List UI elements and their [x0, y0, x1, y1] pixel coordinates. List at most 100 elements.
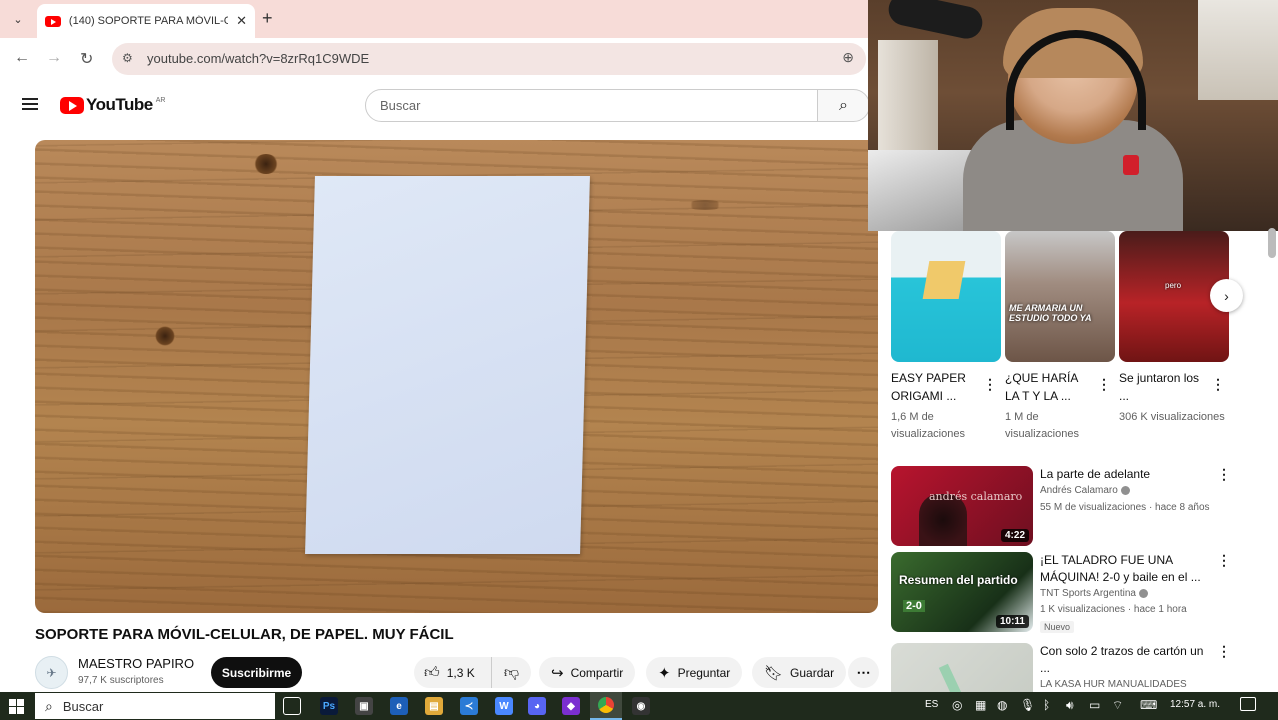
- app-window-icon[interactable]: ▣: [355, 697, 373, 715]
- recommendation-title[interactable]: La parte de adelante: [1040, 466, 1215, 483]
- keyboard-tray-icon[interactable]: ⌨: [1140, 698, 1157, 712]
- taskbar-clock[interactable]: 12:57 a. m.: [1170, 699, 1220, 710]
- forward-arrow-icon[interactable]: →: [46, 49, 62, 67]
- kebab-menu-icon[interactable]: ⋮: [1097, 376, 1111, 393]
- paper-stand-shape: [922, 261, 966, 299]
- new-badge: Nuevo: [1040, 621, 1075, 633]
- search-button[interactable]: ⌕: [817, 89, 870, 122]
- thumbnail-text: andrés calamaro: [929, 490, 1023, 503]
- short-title[interactable]: EASY PAPER ORIGAMI ...: [891, 369, 981, 405]
- taskbar-chrome-active[interactable]: [590, 692, 622, 720]
- wood-knot: [685, 200, 725, 210]
- recommendation-channel[interactable]: TNT Sports Argentina: [1040, 588, 1148, 599]
- browser-tab[interactable]: (140) SOPORTE PARA MÓVIL-CE ✕: [37, 4, 255, 38]
- back-arrow-icon[interactable]: ←: [14, 49, 30, 67]
- paper-sheet: [305, 176, 590, 554]
- search-input[interactable]: Buscar: [365, 89, 818, 122]
- like-button[interactable]: 👍︎ 1,3 K: [414, 657, 492, 688]
- youtube-logo[interactable]: YouTube AR: [60, 95, 165, 115]
- share-button[interactable]: ↪ Compartir: [539, 657, 636, 688]
- recommendation-item[interactable]: Resumen del partido 2-0 10:11 ¡EL TALADR…: [891, 552, 1241, 633]
- menu-hamburger-icon[interactable]: [22, 98, 38, 110]
- app-icon[interactable]: ◆: [562, 697, 580, 715]
- zoom-icon[interactable]: ⊕: [842, 49, 854, 66]
- more-actions-icon[interactable]: ⋯: [848, 657, 879, 688]
- ask-label: Preguntar: [677, 665, 731, 680]
- taskbar-search-input[interactable]: ⌕ Buscar: [35, 693, 275, 719]
- microphone-tray-icon[interactable]: 🎙︎: [1020, 698, 1035, 712]
- short-item[interactable]: pero Se juntaron los ... 306 K visualiza…: [1119, 231, 1229, 426]
- address-url[interactable]: youtube.com/watch?v=8zrRq1C9WDE: [147, 51, 369, 66]
- channel-name[interactable]: MAESTRO PAPIRO: [78, 656, 194, 671]
- network-tray-icon[interactable]: ▭: [1089, 698, 1100, 712]
- shorts-next-chevron-icon[interactable]: ›: [1210, 279, 1243, 312]
- short-views: 1,6 M de visualizaciones: [891, 411, 965, 440]
- sidebar-scrollbar[interactable]: [1268, 228, 1276, 258]
- subscribe-button[interactable]: Suscribirme: [211, 657, 302, 688]
- short-thumbnail-caption: pero: [1165, 281, 1182, 290]
- recommendation-item[interactable]: andrés calamaro 4:22 La parte de adelant…: [891, 466, 1241, 546]
- kebab-menu-icon[interactable]: ⋮: [1211, 376, 1225, 393]
- volume-tray-icon[interactable]: 🔊︎: [1066, 698, 1074, 713]
- keyboard-language[interactable]: ES: [925, 699, 938, 710]
- sparkle-icon: ✦: [658, 664, 671, 682]
- kebab-menu-icon[interactable]: ⋮: [983, 376, 997, 393]
- short-item[interactable]: EASY PAPER ORIGAMI ... 1,6 M de visualiz…: [891, 231, 1001, 443]
- windows-start-icon[interactable]: [9, 699, 24, 714]
- kebab-menu-icon[interactable]: ⋮: [1217, 552, 1231, 569]
- like-dislike-group: 👍︎ 1,3 K 👎︎: [414, 657, 531, 688]
- reload-icon[interactable]: ↻: [80, 49, 93, 69]
- address-bar[interactable]: ⚙ youtube.com/watch?v=8zrRq1C9WDE ⊕: [112, 43, 866, 75]
- obs-icon[interactable]: ◉: [632, 697, 650, 715]
- word-icon[interactable]: W: [495, 697, 513, 715]
- recommendation-thumbnail[interactable]: andrés calamaro 4:22: [891, 466, 1033, 546]
- short-thumbnail[interactable]: [891, 231, 1001, 362]
- notification-center-icon[interactable]: [1240, 697, 1256, 711]
- short-thumbnail[interactable]: ME ARMARIA UN ESTUDIO TODO YA: [1005, 231, 1115, 362]
- file-explorer-icon[interactable]: ▤: [425, 697, 443, 715]
- video-player[interactable]: [35, 140, 878, 613]
- short-title[interactable]: ¿QUE HARÍA LA T Y LA ...: [1005, 369, 1095, 405]
- bluetooth-tray-icon[interactable]: ᛒ: [1043, 698, 1050, 712]
- vscode-icon[interactable]: ≺: [460, 697, 478, 715]
- recommendation-channel[interactable]: LA KASA HUR MANUALIDADES: [1040, 679, 1187, 690]
- dislike-button[interactable]: 👎︎: [492, 664, 531, 682]
- new-tab-plus-icon[interactable]: +: [262, 8, 273, 29]
- steam-tray-icon[interactable]: ◍: [997, 698, 1007, 712]
- site-info-icon[interactable]: ⚙: [122, 51, 133, 65]
- search-placeholder: Buscar: [380, 98, 421, 113]
- whatsapp-tray-icon[interactable]: ◎: [952, 698, 962, 712]
- verified-check-icon: [1120, 485, 1130, 495]
- kebab-menu-icon[interactable]: ⋮: [1217, 466, 1231, 483]
- wifi-tray-icon[interactable]: ⌔: [1112, 698, 1123, 713]
- save-button[interactable]: 🔖︎ Guardar: [752, 657, 847, 688]
- recommendation-thumbnail[interactable]: Resumen del partido 2-0 10:11: [891, 552, 1033, 632]
- tab-search-chevron-icon[interactable]: ⌄: [6, 8, 30, 30]
- video-duration: 10:11: [995, 615, 1029, 628]
- thumbnail-text: Resumen del partido: [899, 573, 1018, 587]
- share-arrow-icon: ↪: [551, 664, 564, 682]
- short-item[interactable]: ME ARMARIA UN ESTUDIO TODO YA ¿QUE HARÍA…: [1005, 231, 1115, 443]
- short-views: 306 K visualizaciones: [1119, 411, 1225, 423]
- ask-button[interactable]: ✦ Preguntar: [646, 657, 743, 688]
- recommendation-channel[interactable]: Andrés Calamaro: [1040, 485, 1130, 496]
- short-title[interactable]: Se juntaron los ...: [1119, 369, 1209, 405]
- channel-avatar[interactable]: ✈: [35, 656, 68, 689]
- search-icon: ⌕: [45, 697, 53, 714]
- photoshop-icon[interactable]: Ps: [320, 697, 338, 715]
- short-thumbnail-caption: ME ARMARIA UN ESTUDIO TODO YA: [1009, 303, 1092, 323]
- tab-close-icon[interactable]: ✕: [236, 13, 247, 29]
- youtube-header: YouTube AR Buscar ⌕: [0, 80, 870, 132]
- recommendation-thumbnail[interactable]: [891, 643, 1033, 692]
- edge-browser-icon[interactable]: e: [390, 697, 408, 715]
- youtube-favicon-icon: [45, 15, 61, 27]
- search-icon: ⌕: [839, 96, 848, 114]
- discord-icon[interactable]: ◕: [528, 697, 546, 715]
- recommendation-item[interactable]: Con solo 2 trazos de cartón un ... LA KA…: [891, 643, 1241, 692]
- recommendation-title[interactable]: Con solo 2 trazos de cartón un ...: [1040, 643, 1215, 677]
- recommendation-title[interactable]: ¡EL TALADRO FUE UNA MÁQUINA! 2-0 y baile…: [1040, 552, 1215, 586]
- tray-app-icon[interactable]: ▦: [975, 698, 986, 712]
- task-view-icon[interactable]: [283, 697, 301, 715]
- kebab-menu-icon[interactable]: ⋮: [1217, 643, 1231, 660]
- channel-name-text: TNT Sports Argentina: [1040, 588, 1136, 599]
